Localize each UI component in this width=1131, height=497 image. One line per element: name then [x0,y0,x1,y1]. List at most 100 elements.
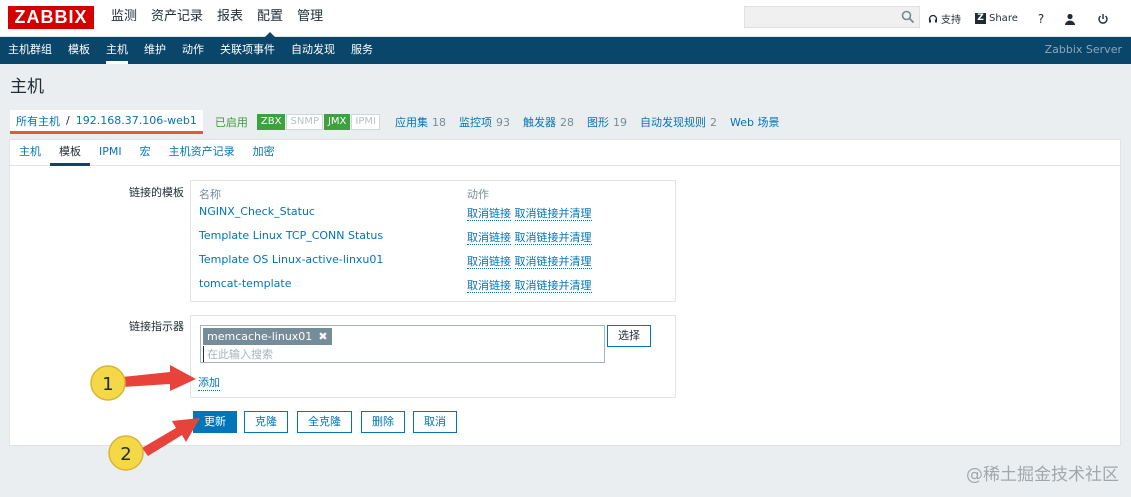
link-triggers[interactable]: 触发器 [523,116,556,129]
link-graphs[interactable]: 图形 [587,116,609,129]
unlink-and-clear-button[interactable]: 取消链接并清理 [514,255,592,269]
annotation-arrow-1: 1 [90,365,196,401]
selected-template-tag: memcache-linux01 ✖ [203,328,332,345]
template-name-link[interactable]: NGINX_Check_Statuc [199,205,315,218]
host-related-links: 应用集 18 监控项 93 触发器 28 图形 19 自动发现规则 2 Web 场景 [395,114,792,130]
clone-button[interactable]: 克隆 [244,411,288,433]
search-icon[interactable] [901,10,915,24]
logout-link[interactable] [1097,13,1112,25]
ipmi-badge: IPMI [351,114,380,130]
availability-badges: ZBX SNMP JMX IPMI [256,114,381,130]
main-nav-monitoring[interactable]: 监测 [104,0,144,37]
help-link[interactable]: ? [1038,12,1044,26]
template-name-link[interactable]: Template OS Linux-active-linxu01 [199,253,383,266]
col-action-header: 动作 [467,188,489,201]
graphs-count: 19 [612,116,627,129]
sub-nav-hosts[interactable]: 主机 [98,37,136,64]
table-row: Template Linux TCP_CONN Status 取消链接 取消链接… [199,229,669,253]
annotation-marker-1: 1 [102,374,113,395]
watermark: @稀土掘金技术社区 [966,465,1119,485]
template-name-link[interactable]: Template Linux TCP_CONN Status [199,229,383,242]
zabbix-logo[interactable]: ZABBIX [8,6,94,29]
add-template-link[interactable]: 添加 [198,374,220,391]
host-form-tabs: 主机 模板 IPMI 宏 主机资产记录 加密 [10,140,1120,166]
top-bar: ZABBIX 监测 资产记录 报表 配置 管理 支持 Z Share ? [0,0,1131,38]
link-discovery-rules[interactable]: 自动发现规则 [640,116,706,129]
template-search-input[interactable] [203,346,583,362]
page-title: 主机 [10,77,44,97]
tab-macros[interactable]: 宏 [131,140,160,165]
main-nav-inventory[interactable]: 资产记录 [144,0,210,37]
annotation-marker-2: 2 [120,444,131,465]
cancel-button[interactable]: 取消 [413,411,457,433]
global-search-input[interactable] [744,6,920,28]
tab-encryption[interactable]: 加密 [244,140,284,165]
sub-nav-event-correlation[interactable]: 关联项事件 [212,37,283,64]
unlink-button[interactable]: 取消链接 [467,231,511,245]
snmp-badge: SNMP [286,114,323,130]
zabbix-share-icon: Z [975,13,986,24]
tab-ipmi[interactable]: IPMI [90,140,131,165]
table-row: NGINX_Check_Statuc 取消链接 取消链接并清理 [199,205,669,229]
sub-nav-templates[interactable]: 模板 [60,37,98,64]
main-nav: 监测 资产记录 报表 配置 管理 [104,0,330,38]
triggers-count: 28 [559,116,574,129]
power-icon [1098,13,1108,24]
header-tools: 支持 Z Share ? [928,0,1126,37]
zbx-badge: ZBX [256,114,286,130]
unlink-button[interactable]: 取消链接 [467,255,511,269]
unlink-button[interactable]: 取消链接 [467,279,511,293]
breadcrumb-all-hosts[interactable]: 所有主机 [16,113,60,129]
host-breadcrumb-row: 所有主机 / 192.168.37.106-web1 已启用 ZBX SNMP … [10,110,792,134]
remove-tag-icon[interactable]: ✖ [318,328,327,345]
tab-inventory[interactable]: 主机资产记录 [160,140,244,165]
unlink-and-clear-button[interactable]: 取消链接并清理 [514,231,592,245]
share-label: Share [989,13,1018,24]
sub-nav: 主机群组 模板 主机 维护 动作 关联项事件 自动发现 服务 Zabbix Se… [0,37,1131,64]
breadcrumb-host[interactable]: 192.168.37.106-web1 [76,114,197,127]
items-count: 93 [495,116,510,129]
template-name-link[interactable]: tomcat-template [199,277,292,290]
server-name: Zabbix Server [1044,43,1122,56]
select-template-button[interactable]: 选择 [607,325,651,347]
full-clone-button[interactable]: 全克隆 [297,411,352,433]
unlink-and-clear-button[interactable]: 取消链接并清理 [514,279,592,293]
sub-nav-maintenance[interactable]: 维护 [136,37,174,64]
applications-count: 18 [431,116,446,129]
link-applications[interactable]: 应用集 [395,116,428,129]
selected-template-label: memcache-linux01 [207,330,313,343]
user-icon [1065,13,1076,25]
share-link[interactable]: Z Share [975,13,1018,24]
linked-templates-table: 名称 动作 NGINX_Check_Statuc 取消链接 取消链接并清理 Te… [190,180,676,302]
discovery-rules-count: 2 [709,116,717,129]
support-link[interactable]: 支持 [928,11,961,26]
linked-templates-label: 链接的模板 [129,186,184,199]
support-label: 支持 [941,15,961,26]
main-nav-reports[interactable]: 报表 [210,0,250,37]
main-nav-configuration[interactable]: 配置 [250,0,290,38]
unlink-button[interactable]: 取消链接 [467,207,511,221]
table-row: tomcat-template 取消链接 取消链接并清理 [199,277,669,301]
link-web-scenarios[interactable]: Web 场景 [730,116,779,129]
col-name-header: 名称 [199,188,221,201]
annotation-arrow-2: 2 [108,418,200,471]
tab-templates[interactable]: 模板 [50,140,90,166]
host-status-enabled[interactable]: 已启用 [215,114,248,130]
sub-nav-services[interactable]: 服务 [343,37,381,64]
delete-button[interactable]: 删除 [361,411,405,433]
template-multiselect[interactable]: memcache-linux01 ✖ [200,325,605,363]
sub-nav-discovery[interactable]: 自动发现 [283,37,343,64]
table-row: Template OS Linux-active-linxu01 取消链接 取消… [199,253,669,277]
headset-icon [928,14,938,22]
sub-nav-actions[interactable]: 动作 [174,37,212,64]
user-profile-link[interactable] [1064,13,1079,25]
tab-host[interactable]: 主机 [10,140,50,165]
unlink-and-clear-button[interactable]: 取消链接并清理 [514,207,592,221]
sub-nav-host-groups[interactable]: 主机群组 [0,37,60,64]
link-items[interactable]: 监控项 [459,116,492,129]
jmx-badge: JMX [323,114,351,130]
breadcrumb-separator: / [66,114,70,127]
link-new-templates-label: 链接指示器 [129,320,184,333]
breadcrumb: 所有主机 / 192.168.37.106-web1 [10,110,203,134]
main-nav-administration[interactable]: 管理 [290,0,330,37]
